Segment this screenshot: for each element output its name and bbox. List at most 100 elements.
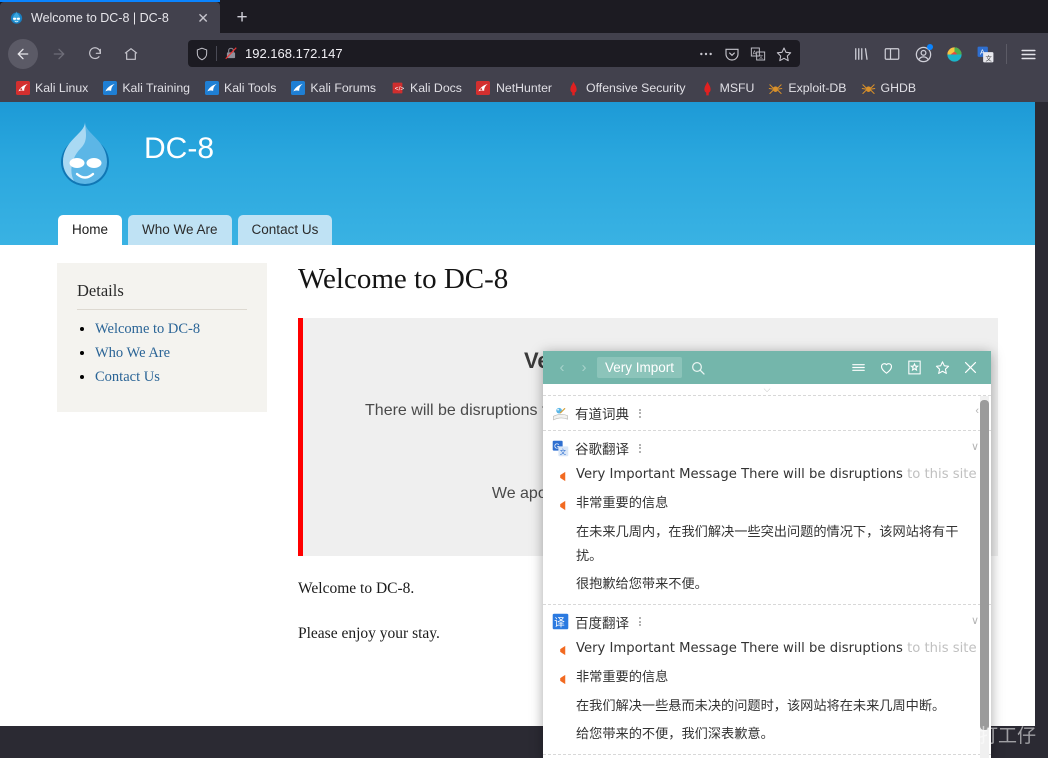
bookmark-kali-forums[interactable]: Kali Forums	[283, 79, 383, 98]
offsec-flame-icon	[700, 81, 715, 96]
bookmark-kali-training[interactable]: Kali Training	[95, 79, 197, 98]
close-icon[interactable]	[957, 355, 983, 381]
browser-titlebar: Welcome to DC-8 | DC-8 ✕ +	[0, 0, 1048, 33]
nav-tab-who-we-are[interactable]: Who We Are	[128, 214, 232, 245]
bookmark-exploit-db[interactable]: Exploit-DB	[761, 79, 853, 98]
bookmark-kali-docs[interactable]: </> Kali Docs	[383, 79, 469, 98]
source-text: Very Important Message There will be dis…	[576, 639, 981, 659]
bookmarks-bar: Kali Linux Kali Training Kali Tools Kali…	[0, 74, 1048, 102]
popup-back-icon[interactable]: ‹	[551, 357, 573, 379]
translate-icon[interactable]: A 文	[748, 44, 768, 64]
app-menu-icon[interactable]	[1014, 40, 1042, 68]
engine-header[interactable]: G 文 谷歌翻译 ∨	[551, 438, 981, 458]
bookmark-label: Kali Linux	[35, 81, 89, 95]
engine-header[interactable]: 译 百度翻译 ∨	[551, 612, 981, 632]
search-icon[interactable]	[686, 356, 710, 380]
translation-paragraph: 给您带来的不便，我们深表歉意。	[576, 727, 774, 742]
address-bar[interactable]: 192.168.172.147 A 文	[188, 40, 800, 67]
speaker-icon[interactable]	[557, 672, 568, 690]
engine-menu-icon[interactable]	[635, 443, 645, 453]
url-divider	[216, 46, 217, 61]
engine-menu-icon[interactable]	[635, 617, 645, 626]
speaker-icon[interactable]	[557, 643, 568, 661]
bookmark-kali-linux[interactable]: Kali Linux	[8, 79, 95, 98]
chevron-down-icon[interactable]: ∨	[971, 440, 979, 453]
popup-collapse-handle[interactable]: ⌵	[543, 384, 991, 396]
back-button[interactable]	[8, 38, 38, 69]
chevron-down-icon[interactable]: ∨	[971, 614, 979, 627]
youdao-icon	[551, 404, 569, 422]
popup-scrollbar[interactable]	[980, 396, 989, 758]
sidebar-item-welcome[interactable]: Welcome to DC-8	[95, 321, 200, 337]
page-title: Welcome to DC-8	[298, 263, 509, 295]
bookmark-label: Offensive Security	[586, 81, 686, 95]
translation-paragraph: 在我们解决一些悬而未决的问题时，该网站将在未来几周中断。	[576, 698, 946, 714]
star-outline-icon[interactable]	[929, 355, 955, 381]
google-translate-icon: G 文	[551, 439, 569, 457]
nav-tab-contact-us[interactable]: Contact Us	[237, 214, 333, 245]
engine-menu-icon[interactable]	[635, 408, 645, 418]
svg-text:文: 文	[559, 447, 566, 456]
engine-section-cnki: 知 CNKI翻译助手 ∨	[543, 755, 991, 758]
popup-scrollbar-thumb[interactable]	[980, 400, 989, 730]
sidebar-details-block: Details Welcome to DC-8 Who We Are Conta…	[57, 263, 267, 412]
sidebar-item-contact-us[interactable]: Contact Us	[95, 369, 160, 385]
engine-section-youdao: 有道词典 ‹	[543, 396, 991, 431]
screen: Welcome to DC-8 | DC-8 ✕ + 192.168.172.1…	[0, 0, 1048, 758]
bookmark-msfu[interactable]: MSFU	[693, 79, 762, 98]
source-text-faded: to this site o	[907, 640, 981, 656]
speaker-icon[interactable]	[557, 469, 568, 487]
hamburger-icon[interactable]	[845, 355, 871, 381]
engine-header[interactable]: 有道词典 ‹	[551, 403, 981, 423]
library-icon[interactable]	[847, 40, 875, 68]
new-tab-button[interactable]: +	[230, 6, 254, 30]
svg-text:</>: </>	[395, 86, 404, 93]
extension-colorful-icon[interactable]	[940, 40, 968, 68]
popup-forward-icon[interactable]: ›	[573, 357, 595, 379]
bookmark-star-icon[interactable]	[774, 44, 794, 64]
sidebar-item-who-we-are[interactable]: Who We Are	[95, 345, 170, 361]
bookmark-ghdb[interactable]: GHDB	[854, 79, 924, 98]
lock-crossed-icon[interactable]	[223, 46, 239, 62]
engine-name: 有道词典	[575, 407, 629, 423]
svg-text:A: A	[753, 50, 757, 56]
bookmark-label: GHDB	[880, 81, 917, 95]
forward-button[interactable]	[44, 39, 74, 69]
bookmark-kali-tools[interactable]: Kali Tools	[197, 79, 283, 98]
reload-button[interactable]	[80, 39, 110, 69]
spider-icon	[861, 81, 876, 96]
bookmark-nethunter[interactable]: NetHunter	[469, 79, 559, 98]
popup-header: ‹ › Very Import	[543, 351, 991, 384]
browser-tab[interactable]: Welcome to DC-8 | DC-8 ✕	[0, 2, 220, 33]
heart-icon[interactable]	[873, 355, 899, 381]
bookmark-label: Kali Docs	[410, 81, 462, 95]
bookmark-label: NetHunter	[495, 81, 553, 95]
engine-name: 百度翻译	[575, 615, 629, 632]
engine-section-google: G 文 谷歌翻译 ∨ Very Important Message There …	[543, 431, 991, 605]
home-button[interactable]	[116, 39, 146, 69]
popup-body: 有道词典 ‹ G 文 谷歌翻译 ∨ Very Important Message…	[543, 396, 991, 758]
target-title-text: 非常重要的信息	[576, 669, 669, 685]
bookmark-offensive-security[interactable]: Offensive Security	[559, 79, 693, 98]
page-actions-more-icon[interactable]	[696, 44, 716, 64]
drupal-droplet-icon[interactable]	[57, 120, 113, 188]
shield-icon[interactable]	[194, 46, 210, 62]
nav-tab-home[interactable]: Home	[58, 214, 123, 245]
sidebar-icon[interactable]	[878, 40, 906, 68]
bookmark-frame-icon[interactable]	[901, 355, 927, 381]
source-text-faded: to this site o	[907, 467, 981, 482]
list-item: Who We Are	[95, 344, 247, 362]
kali-dragon-blue-icon	[204, 81, 219, 96]
tab-close-icon[interactable]: ✕	[194, 9, 212, 27]
popup-query-text[interactable]: Very Import	[597, 357, 683, 378]
source-text: Very Important Message There will be dis…	[576, 465, 981, 485]
kali-dragon-red-icon	[476, 81, 491, 96]
site-nav-tabs: Home Who We Are Contact Us	[58, 214, 333, 245]
pocket-icon[interactable]	[722, 44, 742, 64]
account-icon[interactable]	[909, 40, 937, 68]
bookmark-label: Exploit-DB	[788, 81, 847, 95]
speaker-icon[interactable]	[557, 498, 568, 516]
chevron-left-icon[interactable]: ‹	[975, 405, 979, 417]
translate-extension-icon[interactable]: A 文	[971, 40, 999, 68]
url-text[interactable]: 192.168.172.147	[245, 46, 690, 61]
